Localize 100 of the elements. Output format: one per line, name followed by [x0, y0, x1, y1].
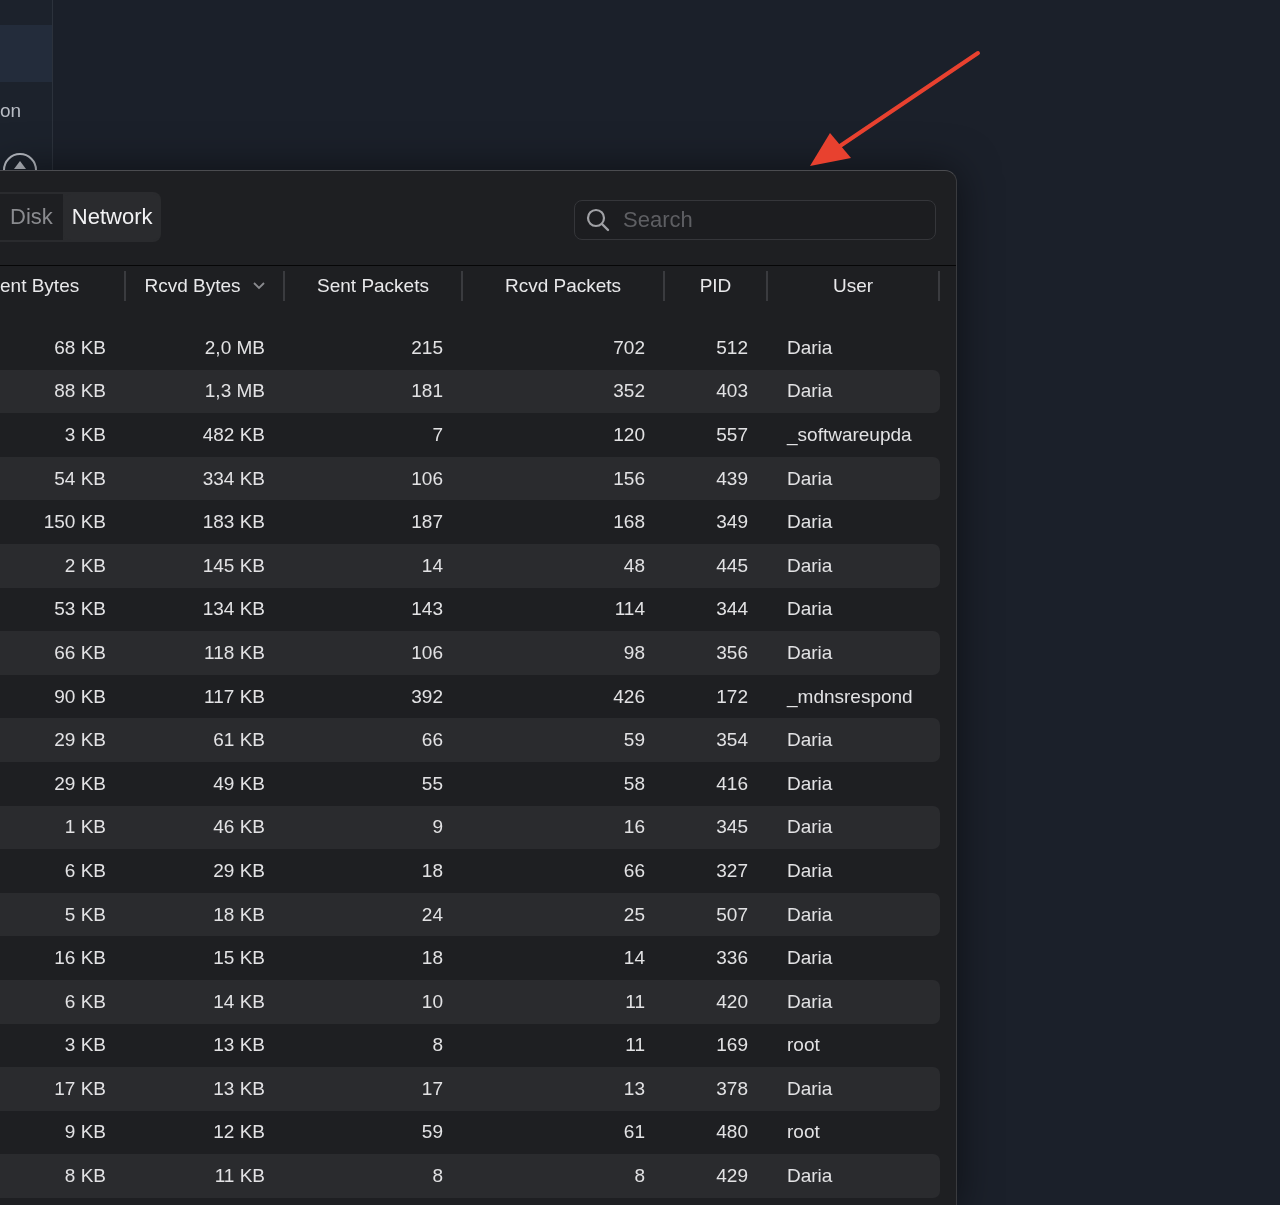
- table-cell-text: 134 KB: [201, 598, 266, 621]
- table-cell-text: 11: [624, 1034, 646, 1057]
- table-cell-text: 46 KB: [212, 816, 266, 839]
- table-cell-text: 702: [612, 336, 646, 359]
- table-cell-text: 10: [420, 990, 444, 1013]
- table-cell-text: 17: [420, 1077, 444, 1100]
- table-cell-text: 16 KB: [53, 947, 107, 970]
- table-cell-text: Daria: [786, 947, 834, 970]
- column-header[interactable]: Rcvd Packets: [504, 275, 622, 297]
- table-cell-text: 29 KB: [53, 729, 107, 752]
- table-cell-text: 59: [420, 1121, 444, 1144]
- column-header[interactable]: PID: [699, 275, 732, 297]
- table-cell-text: Daria: [786, 903, 834, 926]
- table-cell-text: 55: [420, 772, 444, 795]
- table-cell-text: 420: [715, 990, 749, 1013]
- table-cell-text: 215: [410, 336, 444, 359]
- table-cell-text: 187: [410, 511, 444, 534]
- table-cell-text: 352: [612, 380, 646, 403]
- table-cell-text: Daria: [786, 380, 834, 403]
- column-header[interactable]: Sent Packets: [317, 275, 429, 297]
- table-cell-text: 68 KB: [53, 336, 107, 359]
- table-cell-text: 8: [633, 1165, 646, 1188]
- table-cell-text: 14: [622, 947, 646, 970]
- table-cell-text: Daria: [786, 467, 834, 490]
- table-cell-text: 143: [410, 598, 444, 621]
- table-cell-text: 29 KB: [53, 772, 107, 795]
- table-cell-text: 15 KB: [212, 947, 266, 970]
- table-cell-text: 482 KB: [201, 424, 266, 446]
- table-cell-text: 7: [431, 424, 444, 446]
- table-cell-text: 1 KB: [63, 816, 107, 839]
- table-cell-text: 117 KB: [203, 685, 266, 708]
- table-cell-text: 8 KB: [63, 1165, 107, 1188]
- table-cell-text: 5 KB: [63, 903, 107, 926]
- table-cell-text: 90 KB: [53, 685, 107, 708]
- column-header[interactable]: ent Bytes: [0, 275, 80, 297]
- table-cell-text: 356: [715, 641, 749, 664]
- table-cell-text: 25: [622, 903, 646, 926]
- table-cell-text: 327: [715, 859, 749, 882]
- table-cell-text: 12 KB: [212, 1121, 266, 1144]
- table-cell-text: 9 KB: [63, 1121, 107, 1144]
- table-cell-text: _softwareupda: [785, 424, 913, 446]
- table-cell-text: 507: [715, 903, 749, 926]
- table-cell-text: 13 KB: [212, 1034, 266, 1057]
- table-cell-text: 169: [715, 1034, 749, 1057]
- table-cell-text: Daria: [786, 554, 834, 577]
- table-cell-text: Daria: [786, 511, 834, 534]
- column-header[interactable]: Rcvd Bytes: [144, 275, 265, 297]
- table-cell-text: 17 KB: [53, 1077, 107, 1100]
- table-cell-text: Daria: [786, 598, 834, 621]
- table-cell-text: 29 KB: [212, 859, 266, 882]
- table-cell-text: 416: [715, 772, 749, 795]
- table-cell-text: 145 KB: [201, 554, 266, 577]
- table-cell-text: Daria: [786, 336, 834, 359]
- table-cell-text: 54 KB: [53, 467, 107, 490]
- table-cell-text: 18: [420, 859, 444, 882]
- table-cell-text: 114: [613, 598, 646, 621]
- table-cell-text: 344: [715, 598, 749, 621]
- table-cell-text: 378: [715, 1077, 749, 1100]
- table-cell-text: 445: [715, 554, 749, 577]
- table-cell-text: 13: [622, 1077, 646, 1100]
- table-cell-text: 59: [622, 729, 646, 752]
- table-cell-text: 53 KB: [53, 598, 107, 621]
- table-cell-text: Daria: [786, 1077, 834, 1100]
- search-field[interactable]: Search: [574, 199, 936, 240]
- table-cell-text: root: [786, 1034, 821, 1057]
- table-cell-text: 14 KB: [212, 990, 266, 1013]
- table-cell-text: 349: [715, 511, 749, 534]
- table-cell-text: 13 KB: [212, 1077, 266, 1100]
- table-cell-text: 88 KB: [53, 380, 107, 403]
- table-cell-text: 168: [612, 511, 646, 534]
- tab[interactable]: Disk: [0, 194, 63, 240]
- table-cell-text: 16: [622, 816, 646, 839]
- table-cell-text: 8: [431, 1165, 444, 1188]
- table-cell-text: 106: [410, 641, 444, 664]
- table-cell-text: 24: [420, 903, 444, 926]
- table-cell-text: 66: [420, 729, 444, 752]
- table-cell-text: 18: [420, 947, 444, 970]
- sidebar-label: on: [0, 99, 22, 122]
- table-cell-text: 480: [715, 1121, 749, 1144]
- table-cell-text: 49 KB: [212, 772, 266, 795]
- table-cell-text: 426: [612, 685, 646, 708]
- table-cell-text: 156: [612, 467, 646, 490]
- table-cell-text: 118 KB: [203, 641, 266, 664]
- table-cell-text: 120: [612, 424, 646, 446]
- table-cell-text: 334 KB: [201, 467, 266, 490]
- table-cell-text: 172: [715, 685, 749, 708]
- table-cell-text: Daria: [786, 772, 834, 795]
- table-cell-text: 429: [715, 1165, 749, 1188]
- table-cell-text: 512: [715, 336, 749, 359]
- table-cell-text: Daria: [786, 816, 834, 839]
- table-cell-text: 11: [624, 990, 646, 1013]
- table-cell-text: 6 KB: [63, 859, 107, 882]
- table-cell-text: 48: [622, 554, 646, 577]
- table-cell-text: 106: [410, 467, 444, 490]
- table-cell-text: 18 KB: [212, 903, 266, 926]
- column-header[interactable]: User: [832, 275, 874, 297]
- table-cell-text: 8: [431, 1034, 444, 1057]
- table-cell-text: Daria: [786, 641, 834, 664]
- table-cell-text: 183 KB: [201, 511, 266, 534]
- table-cell-text: 61 KB: [212, 729, 266, 752]
